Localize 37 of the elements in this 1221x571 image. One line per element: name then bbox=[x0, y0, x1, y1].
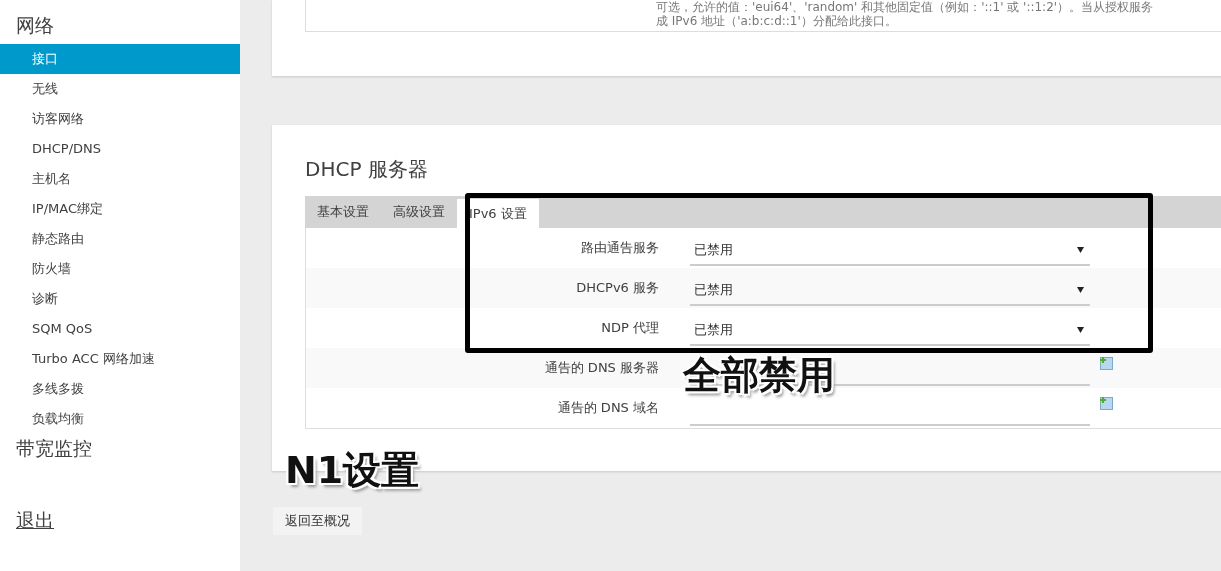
field-label: 通告的 DNS 服务器 bbox=[543, 359, 659, 377]
sidebar-item[interactable]: 多线多拨 bbox=[0, 374, 240, 404]
select-field[interactable]: 已禁用 bbox=[690, 236, 1090, 266]
dropdown-caret-icon bbox=[1077, 247, 1084, 253]
dropdown-caret-icon bbox=[1077, 287, 1084, 293]
sidebar-item[interactable]: Turbo ACC 网络加速 bbox=[0, 344, 240, 374]
sidebar-item[interactable]: 负载均衡 bbox=[0, 404, 240, 434]
sidebar-item[interactable]: 主机名 bbox=[0, 164, 240, 194]
tab[interactable]: 高级设置 bbox=[381, 196, 457, 228]
hint-text: 可选，允许的值：'eui64'、'random' 和其他固定值（例如：'::1' 或 '::1:2'）。当从授权服务 bbox=[656, 0, 1155, 14]
section-title: DHCP 服务器 bbox=[305, 156, 429, 183]
sidebar-section-title[interactable]: 带宽监控 bbox=[0, 435, 92, 467]
sidebar-item[interactable]: 静态路由 bbox=[0, 224, 240, 254]
logout-link[interactable]: 退出 bbox=[0, 507, 54, 539]
dropdown-caret-icon bbox=[1077, 327, 1084, 333]
select-field[interactable]: 已禁用 bbox=[690, 316, 1090, 346]
sidebar-item[interactable]: 无线 bbox=[0, 74, 240, 104]
field-label: DHCPv6 服务 bbox=[575, 279, 659, 297]
tab[interactable]: 基本设置 bbox=[305, 196, 381, 228]
sidebar-item[interactable]: 诊断 bbox=[0, 284, 240, 314]
sidebar-section-title[interactable]: 网络 bbox=[0, 12, 54, 44]
field-label: 通告的 DNS 域名 bbox=[556, 399, 659, 417]
field-label: 路由通告服务 bbox=[580, 239, 659, 257]
annotation-text: N1设置 bbox=[285, 447, 420, 494]
add-entry-icon[interactable] bbox=[1099, 396, 1113, 410]
tab[interactable]: IPv6 设置 bbox=[457, 199, 539, 228]
sidebar-item[interactable]: 防火墙 bbox=[0, 254, 240, 284]
sidebar-item[interactable]: DHCP/DNS bbox=[0, 134, 240, 164]
add-entry-icon[interactable] bbox=[1099, 356, 1113, 370]
hint-text: 成 IPv6 地址（'a:b:c:d::1'）分配给此接口。 bbox=[656, 14, 898, 28]
sidebar-item[interactable]: 访客网络 bbox=[0, 104, 240, 134]
select-field[interactable]: 已禁用 bbox=[690, 276, 1090, 306]
sidebar-item[interactable]: IP/MAC绑定 bbox=[0, 194, 240, 224]
sidebar-item[interactable]: SQM QoS bbox=[0, 314, 240, 344]
annotation-text: 全部禁用 bbox=[683, 352, 835, 399]
field-label: NDP 代理 bbox=[600, 319, 659, 337]
back-to-overview-button[interactable]: 返回至概况 bbox=[273, 507, 362, 535]
